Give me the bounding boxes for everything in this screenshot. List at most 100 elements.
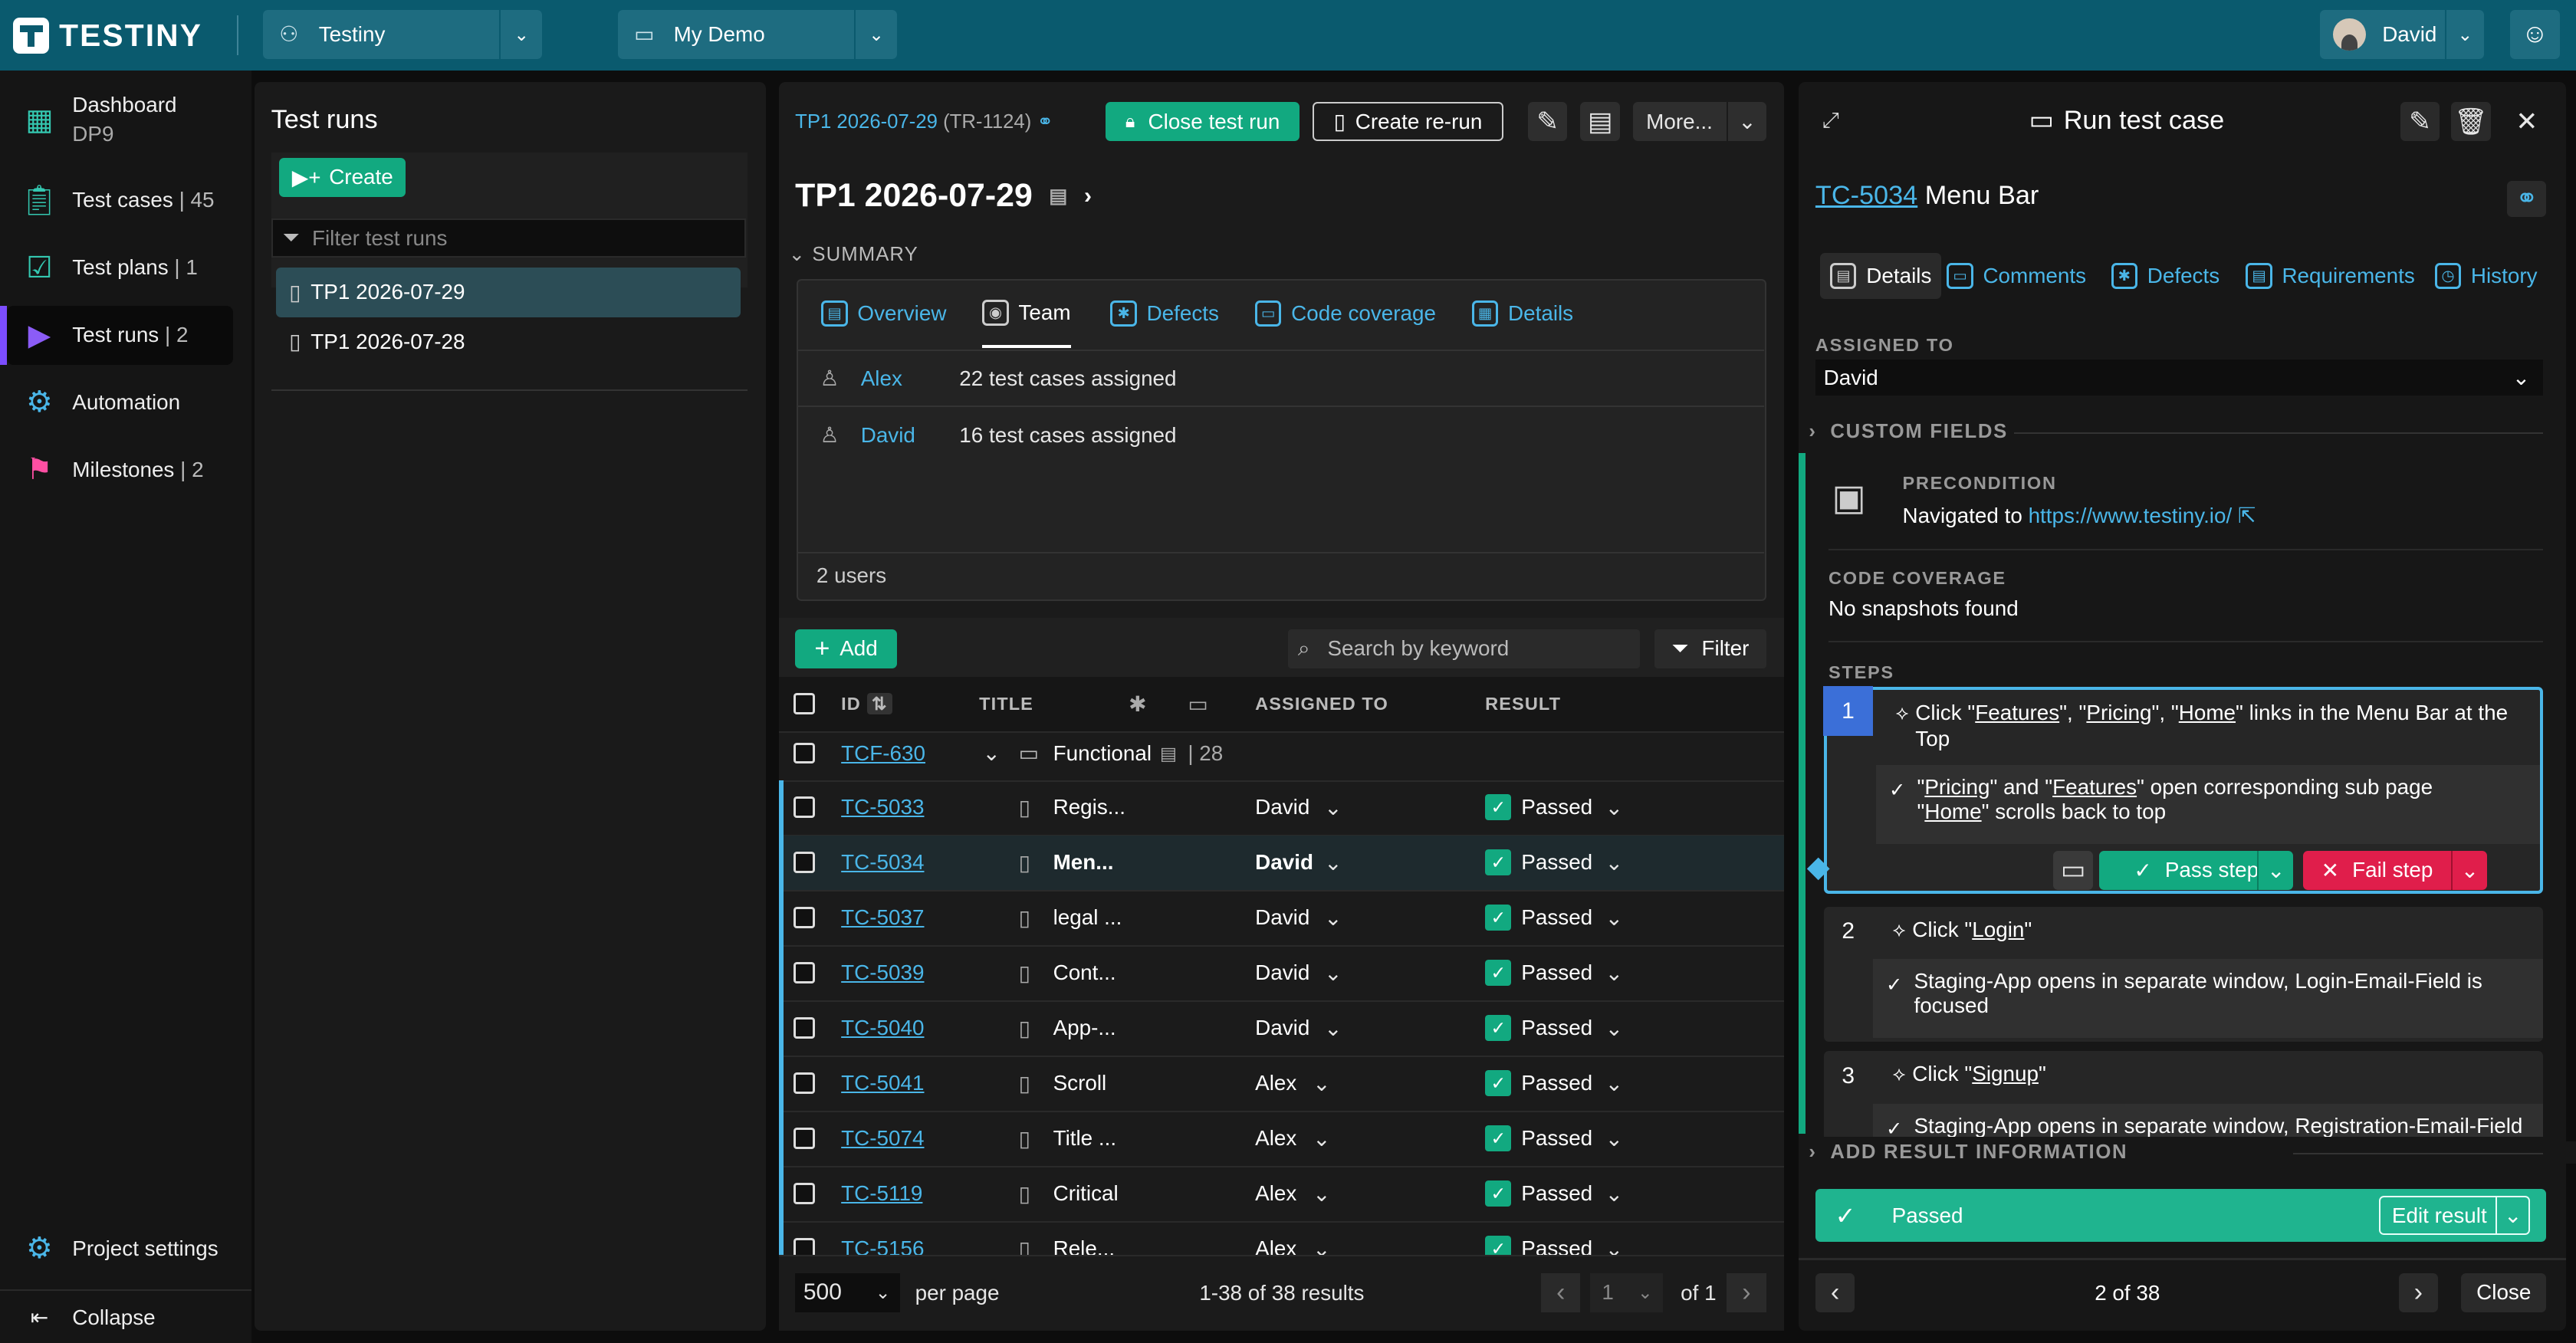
chevron-down-icon[interactable]: ⌄: [1313, 1167, 1330, 1221]
table-row[interactable]: TC-5039 ▯ Cont... David ⌄ ✓ Passed ⌄: [778, 946, 1785, 1002]
step-1[interactable]: 1 ⟡ Click "Features", "Pricing", "Home" l…: [1806, 686, 2544, 894]
sidebar-item-test-runs[interactable]: ▶ Test runs | 2: [0, 305, 234, 365]
fail-step-button[interactable]: ✕ Fail step ⌄: [2303, 850, 2488, 891]
summary-toggle[interactable]: ⌄ SUMMARY: [789, 243, 918, 266]
test-case-id[interactable]: TC-5039: [841, 946, 924, 1000]
next-page-button[interactable]: ›: [1727, 1272, 1766, 1313]
chevron-down-icon[interactable]: ⌄: [1324, 1001, 1342, 1056]
tab-team[interactable]: ◉ Team: [982, 281, 1071, 349]
sidebar-item-milestones[interactable]: ⚑ Milestones | 2: [7, 440, 234, 499]
table-row[interactable]: TC-5037 ▯ legal ... David ⌄ ✓ Passed ⌄: [778, 891, 1785, 947]
filter-runs-input[interactable]: ⏷ Filter test runs: [271, 218, 746, 258]
edit-pencil-icon[interactable]: ✎: [2400, 101, 2440, 142]
page-select[interactable]: 1 ⌄: [1590, 1272, 1663, 1313]
test-case-id[interactable]: TC-5033: [841, 780, 924, 835]
chevron-right-icon[interactable]: ›: [1084, 183, 1092, 209]
test-case-id[interactable]: TC-5034: [841, 836, 924, 890]
sidebar-item-test-cases[interactable]: 📋︎ Test cases | 45: [7, 171, 234, 230]
user-menu[interactable]: David ⌄: [2319, 9, 2485, 60]
pass-step-button[interactable]: ✓ Pass step ⌄: [2099, 850, 2294, 891]
row-checkbox[interactable]: [794, 1072, 815, 1095]
close-icon[interactable]: ✕: [2507, 102, 2546, 141]
collapse-button[interactable]: ⇤ Collapse: [7, 1288, 234, 1343]
chevron-down-icon[interactable]: ⌄: [1324, 946, 1342, 1000]
close-button[interactable]: Close: [2461, 1272, 2547, 1313]
result-status[interactable]: ✓ Passed: [1485, 836, 1592, 890]
more-button[interactable]: More... ⌄: [1633, 101, 1766, 142]
next-case-button[interactable]: ›: [2398, 1272, 2439, 1313]
chevron-down-icon[interactable]: ⌄: [982, 726, 1000, 780]
result-status[interactable]: ✓ Passed: [1485, 1001, 1592, 1056]
run-list-item[interactable]: ▯ TP1 2026-07-28: [276, 317, 741, 366]
row-checkbox[interactable]: [794, 962, 815, 984]
step-2[interactable]: 2 ⟡ Click "Login" ✓ Staging-App opens in s…: [1823, 906, 2544, 1042]
chevron-down-icon[interactable]: ⌄: [1605, 1056, 1623, 1111]
chevron-down-icon[interactable]: ⌄: [1324, 780, 1342, 835]
result-status[interactable]: ✓ Passed: [1485, 946, 1592, 1000]
result-status[interactable]: ✓ Passed: [1485, 1167, 1592, 1221]
chevron-down-icon[interactable]: ⌄: [854, 9, 897, 60]
sidebar-item-test-plans[interactable]: ☑ Test plans | 1: [7, 238, 234, 297]
result-status[interactable]: ✓ Passed: [1485, 1056, 1592, 1111]
link-icon[interactable]: ⚭: [2507, 180, 2547, 217]
test-case-id[interactable]: TC-5074: [841, 1112, 924, 1166]
table-row[interactable]: TC-5119 ▯ Critical Alex ⌄ ✓ Passed ⌄: [778, 1167, 1785, 1223]
row-checkbox[interactable]: [794, 796, 815, 819]
create-rerun-button[interactable]: ▯ Create re-run: [1313, 101, 1503, 142]
testiny-logo[interactable]: TESTINY: [13, 17, 220, 54]
test-case-id[interactable]: TC-5040: [841, 1001, 924, 1056]
view-select[interactable]: ▭ My Demo ⌄: [617, 9, 897, 60]
test-case-id[interactable]: TC-5041: [841, 1056, 924, 1111]
tab-comments[interactable]: ▭ Comments: [1947, 253, 2086, 299]
search-input[interactable]: ⌕ Search by keyword: [1288, 629, 1640, 669]
result-status[interactable]: ✓ Passed: [1485, 780, 1592, 835]
chevron-down-icon[interactable]: ⌄: [1727, 101, 1766, 142]
tab-details[interactable]: ▦ Details: [1471, 281, 1573, 346]
chevron-down-icon[interactable]: ⌄: [1605, 1167, 1623, 1221]
chevron-down-icon[interactable]: ⌄: [1605, 836, 1623, 890]
row-checkbox[interactable]: [794, 1128, 815, 1150]
tab-code-coverage[interactable]: ▭ Code coverage: [1255, 281, 1436, 346]
row-checkbox[interactable]: [794, 907, 815, 929]
row-checkbox[interactable]: [794, 742, 815, 764]
test-case-id[interactable]: TC-5037: [841, 891, 924, 945]
table-row[interactable]: TC-5040 ▯ App-... David ⌄ ✓ Passed ⌄: [778, 1001, 1785, 1057]
chevron-down-icon[interactable]: ⌄: [1605, 1112, 1623, 1166]
chevron-down-icon[interactable]: ⌄: [1605, 891, 1623, 945]
sort-icon[interactable]: ⇅: [866, 693, 893, 715]
custom-fields-toggle[interactable]: › CUSTOM FIELDS: [1809, 421, 2008, 443]
sidebar-item-dashboard[interactable]: ▦ Dashboard DP9: [7, 84, 234, 156]
export-icon[interactable]: ▤: [1580, 101, 1620, 142]
per-page-select[interactable]: 500 ⌄: [795, 1272, 901, 1313]
feedback-smile-icon[interactable]: ☺: [2510, 9, 2560, 60]
chevron-down-icon[interactable]: ⌄: [2257, 850, 2293, 891]
trash-icon[interactable]: 🗑︎: [2451, 101, 2491, 142]
tab-defects[interactable]: ✱ Defects: [1110, 281, 1219, 346]
chevron-down-icon[interactable]: ⌄: [2450, 850, 2487, 891]
description-icon[interactable]: ▤: [1049, 185, 1067, 208]
run-list-item[interactable]: ▯ TP1 2026-07-29: [275, 268, 741, 317]
folder-row[interactable]: TCF-630 ⌄ ▭ Functional ▤ | 28: [778, 726, 1785, 782]
chevron-down-icon[interactable]: ⌄: [499, 9, 542, 60]
chevron-down-icon[interactable]: ⌄: [1324, 891, 1342, 945]
chevron-down-icon[interactable]: ⌄: [1605, 946, 1623, 1000]
sidebar-item-automation[interactable]: ⚙ Automation: [7, 373, 234, 432]
tab-details[interactable]: ▤ Details: [1820, 252, 1942, 299]
project-select[interactable]: ⚇ Testiny ⌄: [262, 9, 543, 60]
table-row[interactable]: TC-5033 ▯ Regis... David ⌄ ✓ Passed ⌄: [778, 780, 1785, 836]
row-checkbox[interactable]: [794, 1017, 815, 1039]
prev-page-button[interactable]: ‹: [1541, 1272, 1581, 1313]
chevron-down-icon[interactable]: ⌄: [2496, 1197, 2528, 1234]
result-status[interactable]: ✓ Passed: [1485, 1112, 1592, 1166]
tab-defects[interactable]: ✱ Defects: [2111, 253, 2220, 299]
row-checkbox[interactable]: [794, 1183, 815, 1205]
add-comment-icon[interactable]: ▭: [2053, 850, 2093, 891]
expand-icon[interactable]: ⤢: [1822, 108, 1838, 133]
table-row[interactable]: TC-5034 ▯ Men... David ⌄ ✓ Passed ⌄: [778, 835, 1785, 892]
tab-history[interactable]: ◷ History: [2434, 253, 2538, 299]
table-row[interactable]: TC-5041 ▯ Scroll Alex ⌄ ✓ Passed ⌄: [778, 1056, 1785, 1112]
tab-requirements[interactable]: ▤ Requirements: [2246, 253, 2415, 299]
edit-pencil-icon[interactable]: ✎: [1527, 101, 1568, 142]
row-checkbox[interactable]: [794, 852, 815, 874]
result-status[interactable]: ✓ Passed: [1485, 891, 1592, 945]
